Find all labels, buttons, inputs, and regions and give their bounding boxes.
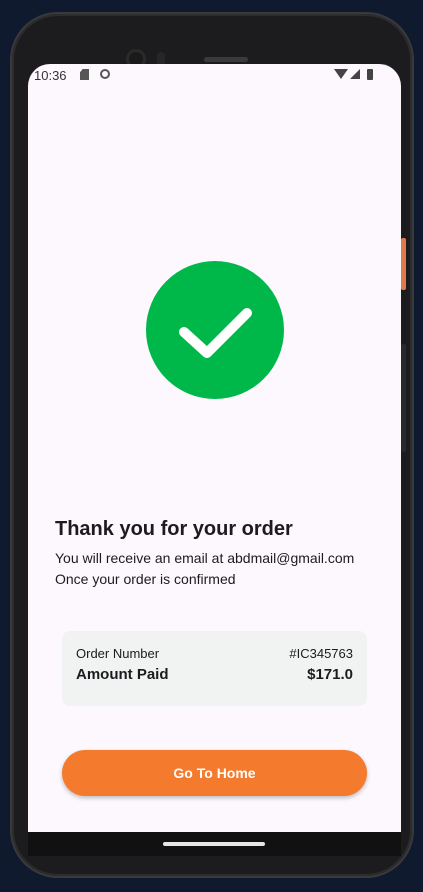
order-confirmation-screen: 10:36 Thank you for your order You will … [28,64,401,856]
confirmation-title: Thank you for your order [55,518,293,540]
navigation-bar [28,832,401,856]
order-number-value: #IC345763 [289,646,353,661]
status-time: 10:36 [34,68,67,83]
sd-card-icon [80,69,89,80]
battery-icon [367,69,373,80]
order-summary-card: Order Number #IC345763 Amount Paid $171.… [62,631,367,706]
amount-paid-label: Amount Paid [76,666,169,683]
home-indicator[interactable] [163,842,265,846]
go-to-home-button[interactable]: Go To Home [62,750,367,796]
power-button[interactable] [401,238,406,290]
status-bar: 10:36 [28,64,401,86]
face-icon [100,69,110,79]
amount-paid-row: Amount Paid $171.0 [76,666,353,683]
confirm-message: Once your order is confirmed [55,571,236,587]
wifi-icon [334,69,348,79]
checkmark-circle-icon [146,261,284,399]
signal-icon [350,69,360,79]
order-number-row: Order Number #IC345763 [76,646,353,661]
volume-button[interactable] [401,344,406,452]
earpiece-speaker [204,57,248,62]
order-number-label: Order Number [76,646,160,661]
amount-paid-value: $171.0 [307,666,353,683]
email-message: You will receive an email at abdmail@gma… [55,550,355,566]
